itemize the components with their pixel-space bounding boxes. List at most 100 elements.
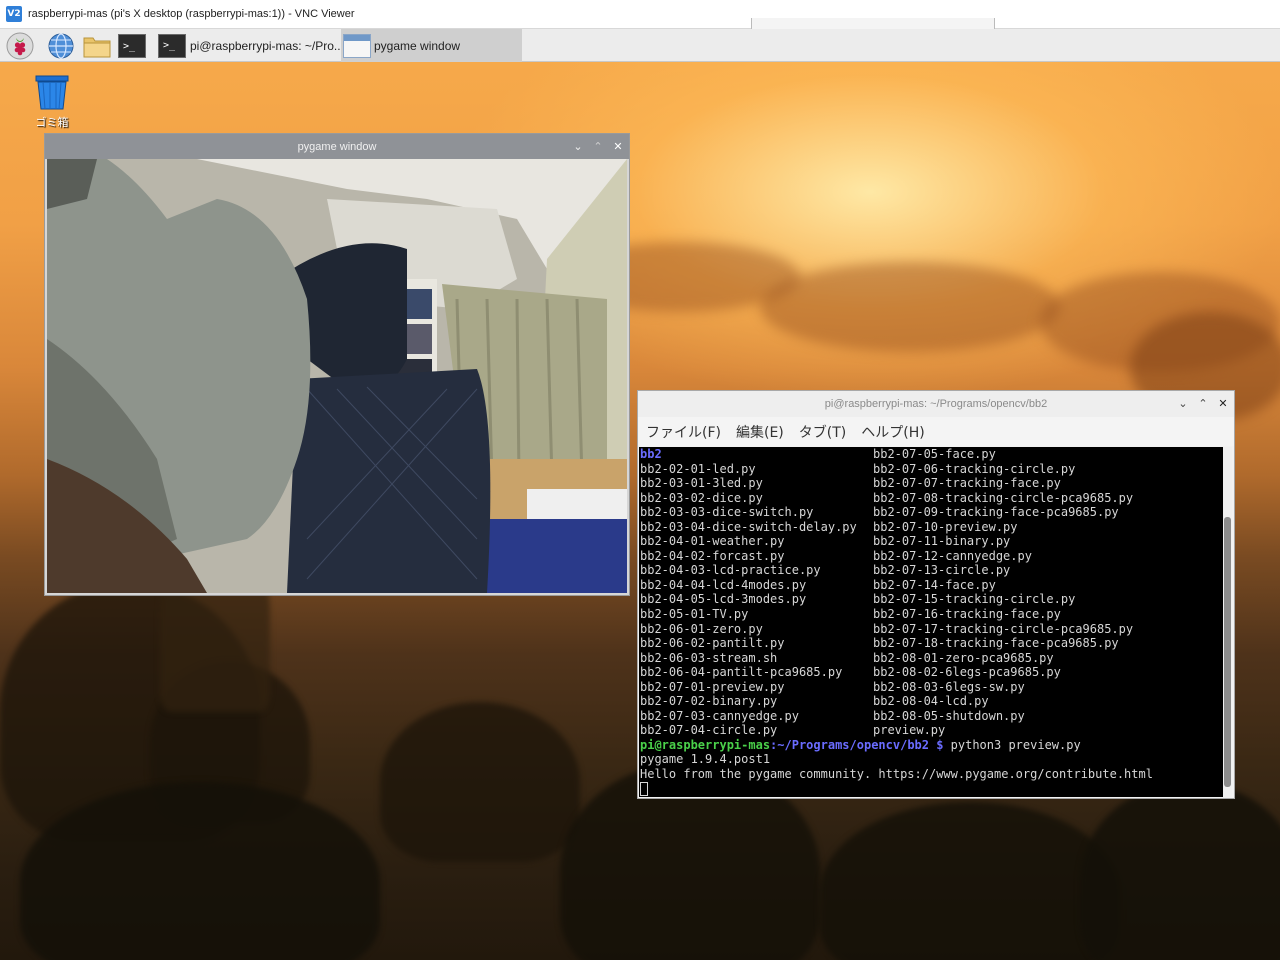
file-entry: bb2-06-02-pantilt.py	[640, 636, 785, 651]
cursor-line	[640, 782, 1224, 797]
terminal-scrollbar[interactable]	[1223, 447, 1232, 797]
listing-row: bb2-07-03-cannyedge.py bb2-08-05-shutdown…	[640, 709, 1224, 724]
file-entry: bb2-07-13-circle.py	[873, 563, 1011, 578]
listing-row: bb2-05-01-TV.py bb2-07-16-tracking-face.p…	[640, 607, 1224, 622]
terminal-launcher-icon[interactable]: >_	[117, 31, 147, 61]
minimize-button[interactable]: ⌄	[573, 140, 583, 153]
terminal-window-title: pi@raspberrypi-mas: ~/Programs/opencv/bb…	[824, 398, 1048, 410]
prompt-path: :~/Programs/opencv/bb2 $	[770, 737, 944, 752]
taskbar-app-pygame[interactable]: pygame window	[341, 29, 522, 62]
file-entry: bb2-02-01-led.py	[640, 461, 756, 476]
file-entry: bb2-07-12-cannyedge.py	[873, 548, 1032, 563]
command-text: python3 preview.py	[943, 737, 1081, 752]
file-entry: bb2-04-05-lcd-3modes.py	[640, 592, 807, 607]
terminal-titlebar[interactable]: pi@raspberrypi-mas: ~/Programs/opencv/bb…	[638, 391, 1234, 417]
file-entry: bb2-08-03-6legs-sw.py	[873, 679, 1025, 694]
close-button[interactable]: ✕	[1218, 397, 1228, 410]
prompt-line: pi@raspberrypi-mas:~/Programs/opencv/bb2…	[640, 738, 1224, 753]
listing-row: bb2-04-04-lcd-4modes.py bb2-07-14-face.py	[640, 578, 1224, 593]
listing-row: bb2-06-01-zero.py bb2-07-17-tracking-circ…	[640, 622, 1224, 637]
file-entry: bb2-07-01-preview.py	[640, 679, 785, 694]
listing-row: bb2-06-03-stream.sh bb2-08-01-zero-pca968…	[640, 651, 1224, 666]
file-manager-icon[interactable]	[82, 31, 112, 61]
minimize-button[interactable]: ⌄	[1178, 397, 1188, 410]
directory-entry: bb2	[640, 447, 662, 461]
listing-row: bb2-07-04-circle.py preview.py	[640, 723, 1224, 738]
window-icon	[343, 33, 371, 58]
vnc-titlebar: V2 raspberrypi-mas (pi's X desktop (rasp…	[0, 0, 1280, 30]
file-entry: bb2-04-02-forcast.py	[640, 548, 785, 563]
file-entry: preview.py	[873, 723, 946, 738]
file-entry: bb2-04-03-lcd-practice.py	[640, 563, 821, 578]
file-entry: bb2-03-02-dice.py	[640, 490, 763, 505]
listing-row: bb2-03-04-dice-switch-delay.py bb2-07-10-…	[640, 520, 1224, 535]
file-entry: bb2-03-01-3led.py	[640, 476, 763, 491]
maximize-button[interactable]: ⌃	[593, 140, 603, 153]
listing-row: bb2-04-05-lcd-3modes.py bb2-07-15-trackin…	[640, 592, 1224, 607]
pygame-titlebar[interactable]: pygame window ⌄ ⌃ ✕	[45, 134, 629, 159]
menu-tab[interactable]: タブ(T)	[799, 422, 846, 442]
taskbar-app-terminal[interactable]: >_ pi@raspberrypi-mas: ~/Pro...	[158, 29, 340, 62]
file-entry: bb2-04-04-lcd-4modes.py	[640, 577, 807, 592]
file-entry: bb2-07-16-tracking-face.py	[873, 607, 1061, 622]
trash-label: ゴミ箱	[35, 116, 69, 129]
close-button[interactable]: ✕	[613, 140, 623, 153]
output-line: pygame 1.9.4.post1	[640, 752, 771, 767]
raspberry-menu-icon[interactable]	[5, 31, 35, 61]
file-entry: bb2-07-06-tracking-circle.py	[873, 461, 1076, 476]
listing-row: bb2-03-02-dice.py bb2-07-08-tracking-circ…	[640, 491, 1224, 506]
file-entry: bb2-07-03-cannyedge.py	[640, 708, 799, 723]
listing-row: bb2-04-01-weather.py bb2-07-11-binary.py	[640, 534, 1224, 549]
file-entry: bb2-08-02-6legs-pca9685.py	[873, 665, 1061, 680]
file-entry: bb2-07-14-face.py	[873, 577, 996, 592]
listing-row: bb2-02-01-led.py bb2-07-06-tracking-circl…	[640, 462, 1224, 477]
output-line: Hello from the pygame community. https:/…	[640, 767, 1153, 782]
listing-row: bb2-03-03-dice-switch.py bb2-07-09-tracki…	[640, 505, 1224, 520]
file-entry: bb2-03-03-dice-switch.py	[640, 505, 814, 520]
menu-edit[interactable]: 編集(E)	[736, 422, 784, 442]
listing-row: bb2-07-01-preview.py bb2-08-03-6legs-sw.p…	[640, 680, 1224, 695]
file-entry: bb2-06-01-zero.py	[640, 621, 763, 636]
trash-icon	[34, 74, 70, 110]
pygame-window-title: pygame window	[297, 140, 377, 153]
vnc-logo-icon: V2	[6, 6, 22, 22]
file-entry: bb2-08-05-shutdown.py	[873, 708, 1025, 723]
file-entry: bb2-07-17-tracking-circle-pca9685.py	[873, 621, 1134, 636]
taskbar-app-label: pi@raspberrypi-mas: ~/Pro...	[190, 38, 340, 53]
terminal-menubar: ファイル(F) 編集(E) タブ(T) ヘルプ(H)	[638, 417, 1234, 446]
file-entry: bb2-07-11-binary.py	[873, 534, 1011, 549]
text-cursor	[640, 782, 648, 797]
pygame-window[interactable]: pygame window ⌄ ⌃ ✕	[44, 133, 630, 596]
prompt-user: pi@raspberrypi-mas	[640, 737, 771, 752]
file-entry: bb2-08-04-lcd.py	[873, 694, 989, 709]
file-entry: bb2-07-07-tracking-face.py	[873, 476, 1061, 491]
menu-help[interactable]: ヘルプ(H)	[861, 422, 924, 442]
file-entry: bb2-07-05-face.py	[873, 447, 996, 461]
listing-row: bb2-03-01-3led.py bb2-07-07-tracking-face…	[640, 476, 1224, 491]
terminal-output[interactable]: bb2 bb2-07-05-face.py bb2-02-01-led.py bb2-…	[639, 447, 1224, 797]
file-listing: bb2 bb2-07-05-face.py bb2-02-01-led.py bb2-…	[640, 447, 1224, 738]
listing-row: bb2-04-02-forcast.py bb2-07-12-cannyedge.…	[640, 549, 1224, 564]
file-entry: bb2-07-18-tracking-face-pca9685.py	[873, 636, 1119, 651]
file-entry: bb2-07-10-preview.py	[873, 519, 1018, 534]
file-entry: bb2-07-02-binary.py	[640, 694, 778, 709]
vnc-window-title: raspberrypi-mas (pi's X desktop (raspber…	[28, 8, 355, 20]
listing-row: bb2 bb2-07-05-face.py	[640, 447, 1224, 462]
maximize-button[interactable]: ⌃	[1198, 397, 1208, 410]
scrollbar-thumb[interactable]	[1224, 517, 1231, 787]
file-entry: bb2-04-01-weather.py	[640, 534, 785, 549]
trash-desktop-icon[interactable]: ゴミ箱	[28, 74, 76, 130]
listing-row: bb2-07-02-binary.py bb2-08-04-lcd.py	[640, 694, 1224, 709]
file-entry: bb2-07-08-tracking-circle-pca9685.py	[873, 490, 1134, 505]
terminal-icon: >_	[158, 33, 186, 58]
file-entry: bb2-06-04-pantilt-pca9685.py	[640, 665, 843, 680]
file-entry: bb2-06-03-stream.sh	[640, 650, 778, 665]
file-entry: bb2-05-01-TV.py	[640, 607, 749, 622]
file-entry: bb2-03-04-dice-switch-delay.py	[640, 519, 857, 534]
menu-file[interactable]: ファイル(F)	[646, 422, 721, 442]
terminal-window[interactable]: pi@raspberrypi-mas: ~/Programs/opencv/bb…	[637, 390, 1235, 799]
file-entry: bb2-07-04-circle.py	[640, 723, 778, 738]
listing-row: bb2-06-02-pantilt.py bb2-07-18-tracking-f…	[640, 636, 1224, 651]
taskbar: >_ >_ pi@raspberrypi-mas: ~/Pro... pygam…	[0, 29, 1280, 62]
web-browser-icon[interactable]	[46, 31, 76, 61]
